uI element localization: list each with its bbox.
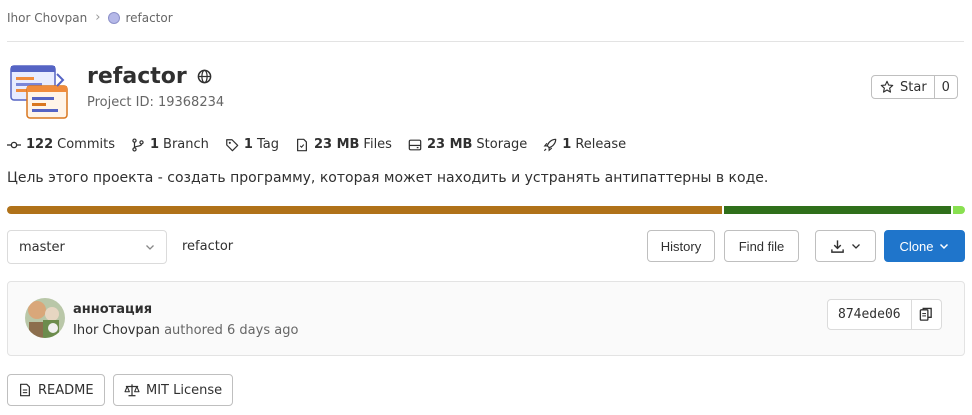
chevron-down-icon bbox=[940, 243, 949, 250]
project-mini-avatar bbox=[108, 11, 121, 24]
document-icon bbox=[20, 383, 30, 397]
clone-button[interactable]: Clone bbox=[884, 230, 965, 262]
files-label: Files bbox=[363, 137, 392, 152]
last-commit-panel: аннотация Ihor Chovpan authored 6 days a… bbox=[7, 281, 965, 356]
breadcrumb-owner[interactable]: Ihor Chovpan bbox=[7, 11, 87, 25]
tags-link[interactable]: 1 Tag bbox=[225, 137, 279, 152]
project-name: refactor bbox=[87, 64, 187, 89]
readme-button[interactable]: README bbox=[7, 374, 105, 406]
file-icon bbox=[296, 138, 307, 151]
repository-language-bar[interactable] bbox=[7, 206, 965, 214]
releases-link[interactable]: 1 Release bbox=[543, 137, 626, 152]
files-size: 23 MB bbox=[313, 137, 360, 152]
commit-sha[interactable]: 874ede06 bbox=[827, 299, 912, 330]
scale-icon bbox=[124, 384, 140, 397]
branch-selector[interactable]: master bbox=[7, 230, 167, 264]
release-count: 1 bbox=[562, 137, 572, 152]
commit-icon bbox=[7, 141, 21, 148]
chevron-down-icon bbox=[146, 245, 154, 250]
breadcrumb: Ihor Chovpan › refactor bbox=[7, 10, 173, 25]
project-description: Цель этого проекта - создать программу, … bbox=[7, 170, 769, 186]
history-button[interactable]: History bbox=[647, 230, 715, 262]
commit-sha-group: 874ede06 bbox=[827, 299, 942, 330]
author-avatar[interactable] bbox=[25, 298, 65, 338]
project-id: Project ID: 19368234 bbox=[87, 95, 225, 110]
clone-label: Clone bbox=[899, 238, 934, 254]
chevron-right-icon: › bbox=[95, 10, 101, 25]
language-bar-segment[interactable] bbox=[950, 206, 965, 214]
star-icon bbox=[880, 80, 894, 93]
commits-label: Commits bbox=[57, 137, 115, 152]
branch-selector-value: master bbox=[19, 239, 65, 255]
commit-authored-time: authored 6 days ago bbox=[164, 323, 299, 338]
language-bar-segment[interactable] bbox=[721, 206, 951, 214]
commit-meta: Ihor Chovpan authored 6 days ago bbox=[73, 323, 298, 338]
commits-count: 122 bbox=[26, 137, 54, 152]
breadcrumb-project[interactable]: refactor bbox=[125, 11, 172, 25]
files-link[interactable]: 23 MB Files bbox=[295, 137, 392, 152]
repo-path[interactable]: refactor bbox=[182, 239, 233, 254]
tag-count: 1 bbox=[243, 137, 253, 152]
chevron-down-icon bbox=[852, 244, 860, 249]
star-button-label[interactable]: Star bbox=[872, 76, 935, 98]
storage-label: Storage bbox=[476, 137, 528, 152]
tag-icon bbox=[226, 138, 239, 151]
storage-icon bbox=[408, 139, 422, 150]
star-label: Star bbox=[900, 79, 927, 95]
tag-label: Tag bbox=[256, 137, 279, 152]
find-file-button[interactable]: Find file bbox=[724, 230, 799, 262]
readme-label: README bbox=[38, 382, 94, 398]
branch-label: Branch bbox=[163, 137, 209, 152]
globe-icon bbox=[197, 69, 212, 84]
language-bar-segment[interactable] bbox=[7, 206, 722, 214]
download-button[interactable] bbox=[815, 230, 876, 262]
branches-link[interactable]: 1 Branch bbox=[131, 137, 209, 152]
project-title: refactor bbox=[87, 64, 212, 89]
branch-count: 1 bbox=[149, 137, 160, 152]
commit-author[interactable]: Ihor Chovpan bbox=[73, 323, 160, 338]
star-count[interactable]: 0 bbox=[935, 76, 957, 98]
branch-icon bbox=[132, 137, 144, 152]
project-stats: 122 Commits 1 Branch 1 Tag 23 MB Files 2… bbox=[7, 137, 642, 152]
storage-link[interactable]: 23 MB Storage bbox=[408, 137, 527, 152]
license-label: MIT License bbox=[146, 382, 223, 398]
commits-link[interactable]: 122 Commits bbox=[7, 137, 115, 152]
header-divider bbox=[7, 41, 964, 42]
rocket-icon bbox=[543, 138, 557, 151]
download-icon bbox=[831, 239, 844, 253]
project-avatar bbox=[7, 60, 71, 124]
license-button[interactable]: MIT License bbox=[113, 374, 234, 406]
copy-icon bbox=[919, 307, 932, 321]
storage-size: 23 MB bbox=[426, 137, 473, 152]
commit-title[interactable]: аннотация bbox=[73, 302, 152, 317]
copy-sha-button[interactable] bbox=[911, 299, 942, 330]
star-button[interactable]: Star 0 bbox=[871, 75, 958, 99]
release-label: Release bbox=[575, 137, 627, 152]
